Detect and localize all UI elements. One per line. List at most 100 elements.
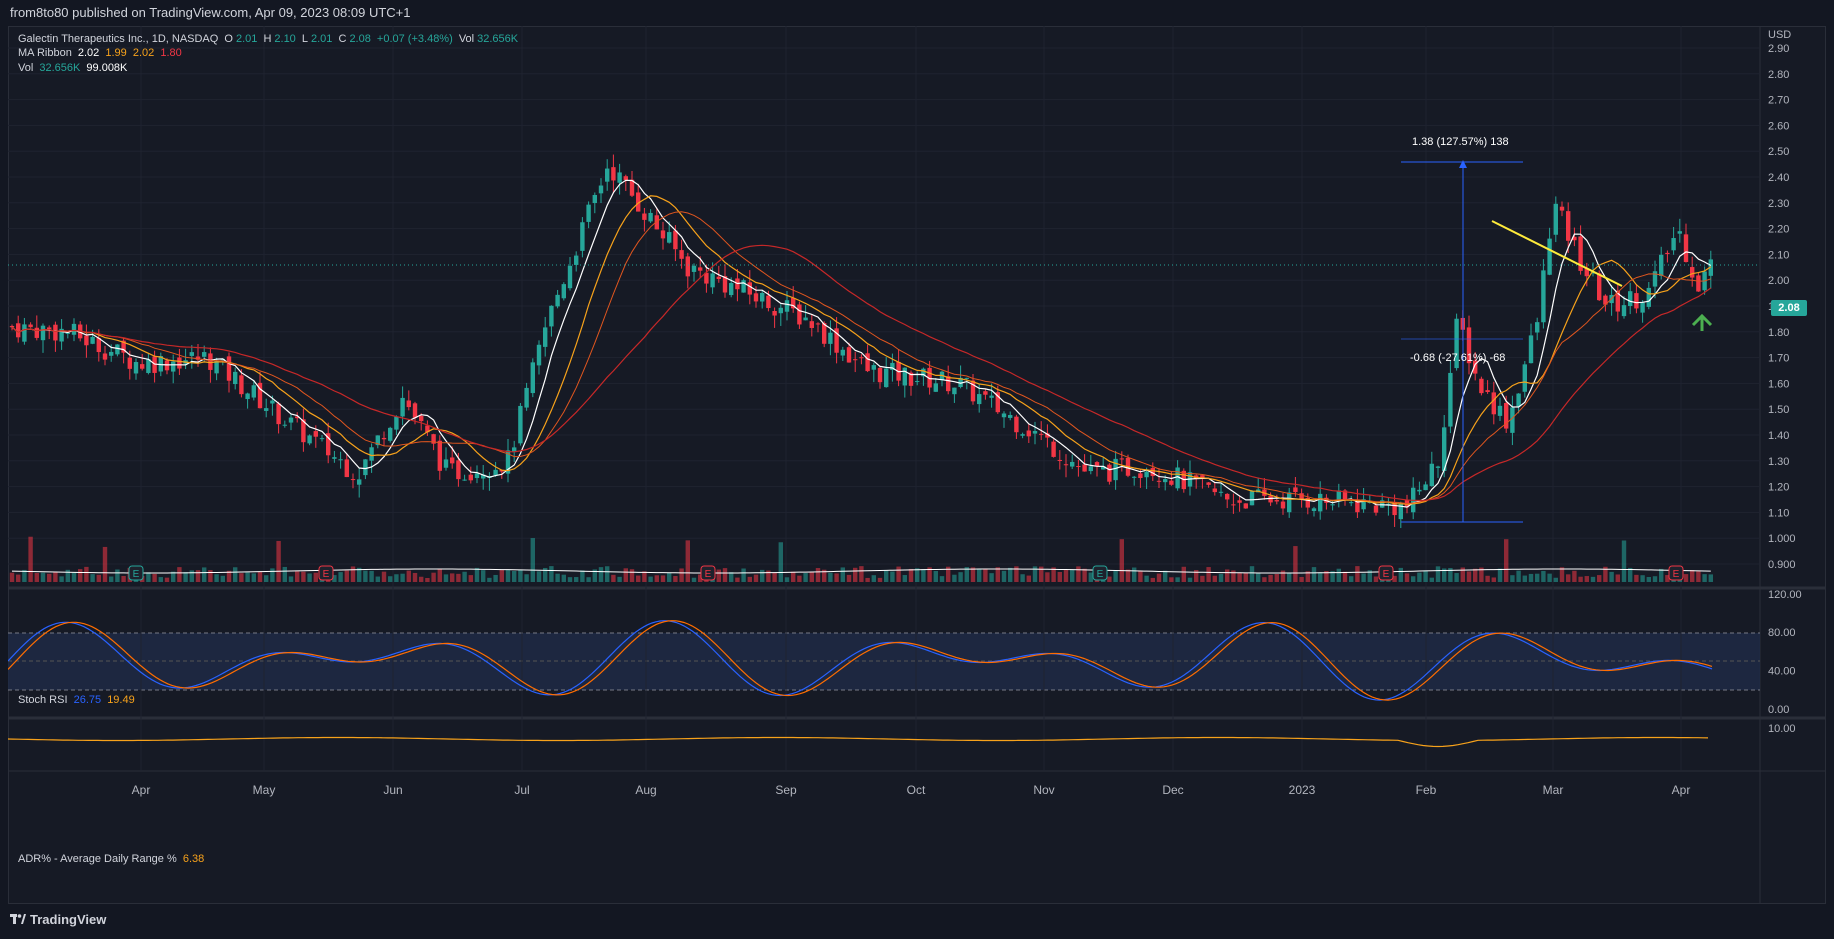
candle-body [1169,480,1174,485]
adr-tick-label: 10.00 [1768,723,1796,735]
candle-body [1491,392,1496,415]
candle-body [1696,275,1701,292]
volume-bar [660,575,666,582]
volume-bar [78,569,83,582]
candle-body [400,397,405,417]
stoch-legend[interactable]: Stoch RSI 26.75 19.49 [18,694,138,706]
volume-bar [1615,574,1620,582]
tradingview-logo[interactable]: TradingView [10,912,106,927]
candle-body [90,336,95,344]
candle-body [282,424,287,426]
volume-bar [716,569,721,582]
volume-bar [989,573,994,582]
volume-bar [53,572,58,582]
open-value: 2.01 [235,33,258,45]
candle-body [524,387,529,408]
volume-bar [450,573,455,582]
candle-body [1659,254,1664,276]
candle-body [1646,287,1651,307]
volume-bar [1336,568,1341,582]
volume-bar [183,572,188,582]
candle-body [760,293,765,302]
volume-bar [1163,570,1168,582]
time-tick-label: 2023 [1289,783,1316,797]
candle-body [803,317,808,321]
volume-bar [983,568,988,582]
candle-body [673,230,678,250]
volume-bar [1646,577,1651,582]
volume-bar [65,569,70,582]
volume-bar [1553,577,1558,582]
candle-body [660,230,666,239]
last-price-tag: 2.08 [1771,300,1807,316]
volume-value: 32.656K [39,62,81,74]
volume-bar [1559,567,1565,582]
candle-body [1566,211,1571,241]
candle-body [1597,273,1602,301]
adr-legend[interactable]: ADR% - Average Daily Range % 6.38 [18,853,207,865]
volume-bar [865,577,870,582]
volume-bar [1621,540,1627,582]
volume-bar [636,575,641,582]
candle-body [1032,430,1038,434]
candle-body [1318,493,1323,512]
volume-bar [512,571,517,582]
ma-ribbon-legend[interactable]: MA Ribbon 2.02 1.99 2.02 1.80 [18,47,185,59]
candlesticks[interactable] [9,154,1713,529]
candle-body [536,344,542,366]
candle-body [766,295,771,309]
volume-bar [146,572,151,582]
published-header: from8to80 published on TradingView.com, … [10,5,411,20]
candle-body [741,280,746,293]
candle-body [171,361,176,372]
volume-bar [109,576,114,582]
volume-ma-value: 99.008K [86,62,128,74]
stoch-label: Stoch RSI [18,694,68,706]
candle-body [605,168,610,182]
volume-bar [834,573,839,582]
volume-bar [747,576,752,582]
candle-body [859,357,864,359]
volume-label: Vol [18,62,34,74]
volume-bar [47,573,52,582]
candle-body [1082,464,1087,472]
candle-body [307,435,312,444]
volume-bar [1262,577,1267,582]
volume-bar [877,577,883,582]
volume-bar [307,573,312,582]
volume-legend[interactable]: Vol 32.656K 99.008K [18,62,130,74]
stoch-axis: 120.00 80.00 40.00 0.00 [1768,589,1802,716]
time-axis[interactable]: Apr May Jun Jul Aug Sep Oct Nov Dec 2023 Feb Mar Apr [132,783,1691,797]
candle-body [140,364,145,369]
ma-value-2: 1.99 [105,47,127,59]
volume-bar [778,542,783,582]
candle-body [394,416,399,430]
volume-bar [34,572,39,582]
candle-body [1138,473,1143,479]
volume-bar [1125,569,1131,582]
earnings-marker-label: E [1097,569,1104,580]
up-arrow-icon[interactable] [1691,313,1713,331]
volume-bar [16,574,21,582]
candle-body [871,365,876,370]
volume-bar [1417,572,1422,582]
candle-body [226,356,232,381]
price-tick-label: 1.50 [1768,404,1789,416]
candle-body [809,321,814,328]
volume-bar [1293,546,1298,582]
chart-canvas[interactable]: 1.38 (127.57%) 138 -0.68 (-27.61%) -68 E… [8,26,1826,904]
volume-bar [939,576,945,582]
candle-body [177,357,182,369]
time-tick-label: Aug [635,783,656,797]
volume-bar [233,567,238,582]
volume-bar [784,577,790,582]
candle-body [747,282,752,295]
volume-bar [468,575,473,582]
candle-body [40,325,46,341]
candle-body [1665,252,1670,255]
candle-body [1541,270,1546,323]
price-tick-label: 2.90 [1768,43,1789,55]
candle-body [598,185,604,194]
candle-body [574,255,579,265]
symbol-legend[interactable]: Galectin Therapeutics Inc., 1D, NASDAQ O… [18,33,521,45]
